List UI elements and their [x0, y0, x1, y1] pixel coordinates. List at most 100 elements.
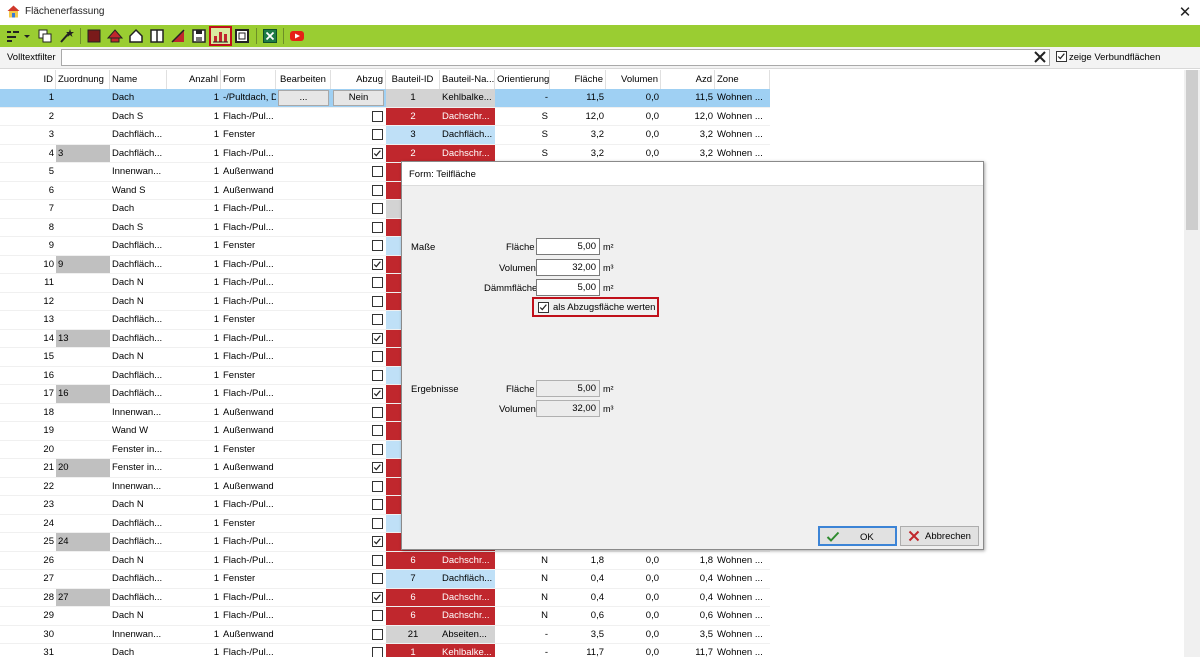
name-cell[interactable]: Fenster in... — [110, 441, 167, 459]
edit-cell[interactable] — [276, 163, 331, 182]
bauteil-id-cell[interactable]: 6 — [386, 588, 440, 607]
column-header[interactable]: Anzahl — [167, 70, 221, 89]
name-cell[interactable]: Innenwan... — [110, 478, 167, 496]
form-cell[interactable]: -/Pultdach, D — [221, 89, 276, 108]
zone-cell[interactable]: Wohnen ... — [715, 607, 770, 626]
abzug-checkbox[interactable] — [372, 221, 383, 233]
form-cell[interactable]: Fenster — [221, 570, 276, 589]
house-outline-button[interactable] — [127, 27, 145, 45]
name-cell[interactable]: Innenwan... — [110, 404, 167, 422]
anzahl-cell[interactable]: 1 — [167, 182, 221, 200]
edit-cell[interactable] — [276, 237, 331, 256]
id-cell[interactable]: 8 — [0, 219, 56, 237]
abzug-checkbox[interactable] — [372, 554, 383, 566]
id-cell[interactable]: 24 — [0, 515, 56, 533]
orient-cell[interactable]: N — [495, 552, 550, 570]
anzahl-cell[interactable]: 1 — [167, 644, 221, 657]
bauteil-id-cell[interactable]: 21 — [386, 625, 440, 644]
name-cell[interactable]: Dach S — [110, 219, 167, 237]
orient-cell[interactable]: - — [495, 644, 550, 657]
anzahl-cell[interactable]: 1 — [167, 385, 221, 404]
table-row[interactable]: 28 27 Dachfläch... 1 Flach-/Pul... 6 Dachschr.… — [0, 588, 770, 607]
zuordnung-cell[interactable] — [56, 441, 110, 459]
abzug-checkbox[interactable] — [372, 536, 383, 547]
form-cell[interactable]: Flach-/Pul... — [221, 330, 276, 348]
bauteil-name-cell[interactable]: Kehlbalke... — [440, 89, 495, 108]
edit-cell[interactable] — [276, 422, 331, 441]
bauteil-name-cell[interactable]: Dachschr... — [440, 551, 495, 570]
zuordnung-cell[interactable] — [56, 626, 110, 644]
zone-cell[interactable]: Wohnen ... — [715, 552, 770, 570]
abzug-checkbox[interactable] — [372, 610, 383, 621]
id-cell[interactable]: 27 — [0, 570, 56, 589]
id-cell[interactable]: 7 — [0, 200, 56, 219]
zuordnung-cell[interactable] — [56, 404, 110, 422]
clear-filter-icon[interactable] — [1033, 50, 1047, 64]
abzug-checkbox[interactable] — [372, 166, 383, 177]
orient-cell[interactable]: S — [495, 126, 550, 145]
edit-cell[interactable] — [276, 459, 331, 478]
form-cell[interactable]: Flach-/Pul... — [221, 607, 276, 626]
edit-cell[interactable] — [276, 330, 331, 348]
abzug-checkbox[interactable] — [372, 425, 383, 436]
bauteil-name-cell[interactable]: Dachschr... — [440, 607, 495, 626]
name-cell[interactable]: Dachfläch... — [110, 570, 167, 589]
cancel-button[interactable]: Abbrechen — [900, 526, 979, 546]
name-cell[interactable]: Dachfläch... — [110, 311, 167, 330]
column-header[interactable]: Zuordnung — [56, 70, 110, 89]
column-header[interactable]: Azd — [661, 70, 715, 89]
zuordnung-cell[interactable] — [56, 237, 110, 256]
form-cell[interactable]: Flach-/Pul... — [221, 348, 276, 367]
form-cell[interactable]: Flach-/Pul... — [221, 552, 276, 570]
abzug-checkbox[interactable] — [372, 628, 383, 640]
bauteil-id-cell[interactable]: 6 — [386, 551, 440, 570]
anzahl-cell[interactable]: 1 — [167, 459, 221, 478]
zone-cell[interactable]: Wohnen ... — [715, 644, 770, 657]
abzugsflaeche-option[interactable]: als Abzugsfläche werten — [532, 297, 659, 317]
abzug-cell[interactable] — [331, 348, 386, 367]
abzugsflaeche-checkbox[interactable] — [538, 302, 549, 313]
column-header[interactable]: Orientierung — [495, 70, 550, 89]
id-cell[interactable]: 11 — [0, 274, 56, 293]
volumen-cell[interactable]: 0,0 — [606, 626, 661, 644]
column-header[interactable]: Bauteil-Na... — [440, 70, 495, 89]
abzug-cell[interactable] — [331, 256, 386, 274]
zuordnung-cell[interactable]: 27 — [56, 588, 110, 607]
edit-cell[interactable] — [276, 367, 331, 385]
abzug-checkbox[interactable] — [372, 369, 383, 381]
anzahl-cell[interactable]: 1 — [167, 552, 221, 570]
form-cell[interactable]: Fenster — [221, 515, 276, 533]
column-header[interactable]: Zone — [715, 70, 770, 89]
abzug-checkbox[interactable] — [372, 314, 383, 325]
edit-cell[interactable] — [276, 200, 331, 219]
bauteil-name-cell[interactable]: Dachfläch... — [440, 126, 495, 145]
id-cell[interactable]: 25 — [0, 533, 56, 552]
edit-cell[interactable] — [276, 644, 331, 657]
name-cell[interactable]: Dachfläch... — [110, 515, 167, 533]
id-cell[interactable]: 4 — [0, 145, 56, 163]
zuordnung-cell[interactable] — [56, 311, 110, 330]
orient-cell[interactable]: N — [495, 589, 550, 607]
form-cell[interactable]: Fenster — [221, 441, 276, 459]
abzug-cell[interactable] — [331, 496, 386, 515]
volumen-cell[interactable]: 0,0 — [606, 589, 661, 607]
abzug-cell[interactable] — [331, 145, 386, 163]
anzahl-cell[interactable]: 1 — [167, 163, 221, 182]
anzahl-cell[interactable]: 1 — [167, 515, 221, 533]
flaeche-field[interactable]: 5,00 — [536, 238, 600, 255]
panel-button[interactable] — [233, 27, 251, 45]
abzug-cell[interactable] — [331, 422, 386, 441]
edit-cell[interactable] — [276, 126, 331, 145]
flaeche-cell[interactable]: 12,0 — [550, 108, 606, 126]
azd-cell[interactable]: 11,5 — [661, 89, 715, 108]
bauteil-id-cell[interactable]: 1 — [386, 89, 440, 108]
flaeche-cell[interactable]: 11,7 — [550, 644, 606, 657]
wand-button[interactable] — [57, 27, 75, 45]
name-cell[interactable]: Dachfläch... — [110, 385, 167, 404]
zuordnung-cell[interactable] — [56, 293, 110, 311]
abzug-checkbox[interactable] — [372, 110, 383, 122]
flaeche-cell[interactable]: 11,5 — [550, 89, 606, 108]
zone-cell[interactable]: Wohnen ... — [715, 126, 770, 145]
anzahl-cell[interactable]: 1 — [167, 237, 221, 256]
form-cell[interactable]: Außenwand — [221, 163, 276, 182]
